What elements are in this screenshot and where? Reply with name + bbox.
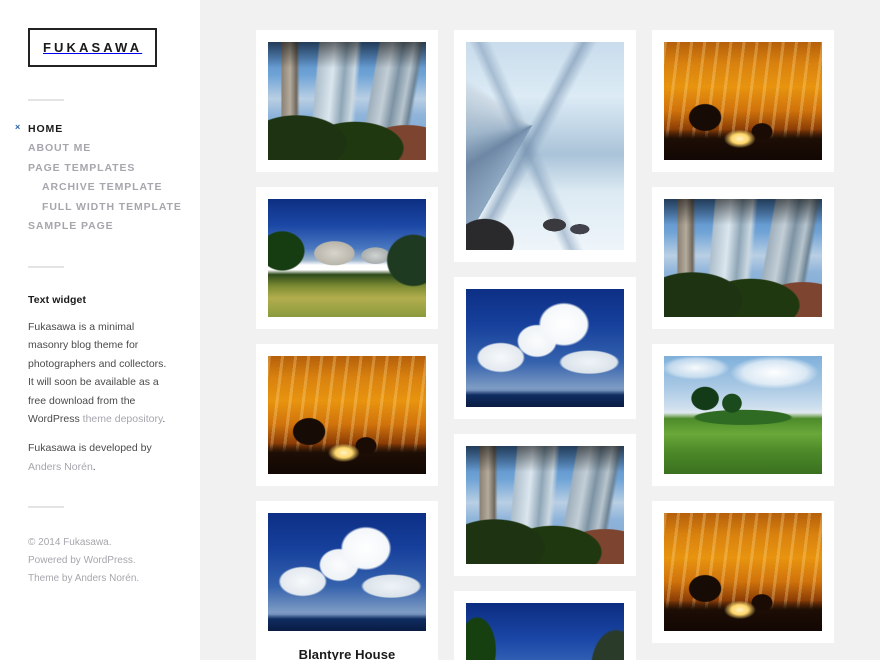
post-card[interactable] <box>652 187 834 329</box>
main-content: Blantyre House <box>200 0 880 660</box>
widget-paragraph-1: Fukasawa is a minimal masonry blog theme… <box>28 318 174 428</box>
sidebar-item-page-templates[interactable]: PAGE TEMPLATES <box>28 158 174 178</box>
sidebar-item-home[interactable]: × HOME <box>15 119 174 139</box>
photo-clouds-icon <box>268 513 426 631</box>
sidebar-item-label: ARCHIVE TEMPLATE <box>42 181 163 193</box>
post-thumbnail[interactable] <box>466 289 624 407</box>
sidebar-divider-top <box>28 99 64 101</box>
colophon-copyright: © 2014 Fukasawa. <box>28 537 112 548</box>
widget-p1-text: Fukasawa is a minimal masonry blog theme… <box>28 321 167 425</box>
masonry-column-2 <box>454 30 636 660</box>
sidebar-item-label: PAGE TEMPLATES <box>28 161 136 174</box>
post-thumbnail[interactable] <box>268 42 426 160</box>
sidebar-item-label: FULL WIDTH TEMPLATE <box>42 200 182 213</box>
photo-hills-icon <box>664 356 822 474</box>
sidebar-item-sample-page[interactable]: SAMPLE PAGE <box>28 217 174 237</box>
x-marker-icon: × <box>15 122 22 132</box>
post-card[interactable] <box>652 344 834 486</box>
post-thumbnail[interactable] <box>664 513 822 631</box>
post-card[interactable] <box>256 30 438 172</box>
post-card[interactable] <box>652 501 834 643</box>
post-card[interactable] <box>454 434 636 576</box>
masonry-grid: Blantyre House <box>256 30 850 660</box>
masonry-column-1: Blantyre House <box>256 30 438 660</box>
sidebar-item-archive-template[interactable]: ARCHIVE TEMPLATE <box>28 178 174 198</box>
post-card[interactable]: Blantyre House <box>256 501 438 660</box>
photo-city-icon <box>664 199 822 317</box>
photo-sunset-icon <box>268 356 426 474</box>
post-card[interactable] <box>454 591 636 660</box>
sidebar-item-label: ABOUT ME <box>28 142 92 154</box>
photo-valley-icon <box>466 603 624 660</box>
post-thumbnail[interactable] <box>466 446 624 564</box>
post-card[interactable] <box>454 30 636 262</box>
post-card[interactable] <box>256 187 438 329</box>
sidebar-item-label: SAMPLE PAGE <box>28 220 114 232</box>
post-thumbnail[interactable] <box>466 42 624 250</box>
photo-sunset-icon <box>664 513 822 631</box>
sidebar-divider-middle <box>28 266 64 268</box>
widget-p2-text: Fukasawa is developed by <box>28 442 152 455</box>
text-widget-body: Fukasawa is a minimal masonry blog theme… <box>28 318 174 476</box>
sidebar-item-full-width-template[interactable]: FULL WIDTH TEMPLATE <box>28 197 181 217</box>
sidebar-divider-bottom <box>28 506 64 508</box>
post-thumbnail[interactable] <box>466 603 624 660</box>
photo-mountain-icon <box>466 42 624 250</box>
post-title[interactable]: Blantyre House <box>268 647 426 660</box>
photo-valley-icon <box>268 199 426 317</box>
site-logo-text: FUKASAWA <box>43 40 143 55</box>
sidebar: FUKASAWA × HOME ABOUT ME PAGE TEMPLATES … <box>0 0 200 660</box>
post-thumbnail[interactable] <box>268 513 426 631</box>
page-root: FUKASAWA × HOME ABOUT ME PAGE TEMPLATES … <box>0 0 880 660</box>
photo-city-icon <box>466 446 624 564</box>
post-thumbnail[interactable] <box>268 356 426 474</box>
text-widget: Text widget Fukasawa is a minimal masonr… <box>28 294 174 476</box>
post-card[interactable] <box>256 344 438 486</box>
photo-sunset-icon <box>664 42 822 160</box>
photo-clouds-icon <box>466 289 624 407</box>
post-thumbnail[interactable] <box>268 199 426 317</box>
colophon-theme-by: Theme by Anders Norén. <box>28 573 140 584</box>
widget-paragraph-2: Fukasawa is developed by Anders Norén. <box>28 439 174 476</box>
colophon: © 2014 Fukasawa. Powered by WordPress. T… <box>28 534 174 588</box>
post-card[interactable] <box>652 30 834 172</box>
colophon-powered-by: Powered by WordPress. <box>28 555 136 566</box>
post-thumbnail[interactable] <box>664 42 822 160</box>
primary-navigation: × HOME ABOUT ME PAGE TEMPLATES ARCHIVE T… <box>15 119 181 237</box>
theme-depository-link[interactable]: theme depository <box>83 413 163 425</box>
photo-city-icon <box>268 42 426 160</box>
text-widget-title: Text widget <box>28 294 87 306</box>
anders-noren-link[interactable]: Anders Norén <box>28 461 93 473</box>
post-thumbnail[interactable] <box>664 199 822 317</box>
post-thumbnail[interactable] <box>664 356 822 474</box>
widget-p2-tail: . <box>92 460 96 473</box>
site-logo[interactable]: FUKASAWA <box>28 28 158 67</box>
sidebar-item-about-me[interactable]: ABOUT ME <box>28 139 174 159</box>
post-card[interactable] <box>454 277 636 419</box>
widget-p1-tail: . <box>162 412 166 425</box>
masonry-column-3 <box>652 30 834 643</box>
sidebar-item-label: HOME <box>28 122 64 135</box>
